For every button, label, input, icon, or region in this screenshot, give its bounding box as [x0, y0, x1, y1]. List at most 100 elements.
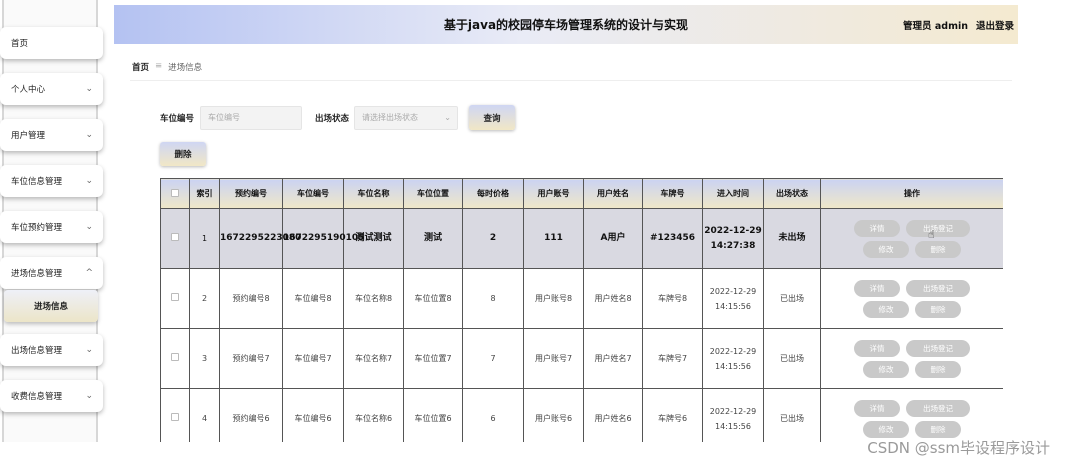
cell-actions: 详情 出场登记 修改 删除 [820, 268, 1003, 329]
cell-reservation-no: 1672295223080 [219, 208, 301, 269]
header-cell: 车位位置 [403, 178, 463, 209]
table-row[interactable]: 1 1672295223080 1672295190105 测试测试 测试 2 … [160, 208, 1003, 269]
checkbox-icon[interactable] [171, 413, 179, 421]
query-button[interactable]: 查询 [469, 105, 515, 130]
header-cell: 车位名称 [343, 178, 404, 209]
sidebar-item-reservation-management[interactable]: 车位预约管理 ⌄ [0, 211, 103, 243]
breadcrumb-home[interactable]: 首页 [132, 61, 149, 73]
sidebar-item-label: 车位信息管理 [11, 177, 63, 187]
row-select-cell[interactable] [160, 388, 190, 442]
checkbox-icon[interactable] [171, 188, 179, 197]
header-cell: 车牌号 [642, 178, 703, 209]
exit-status-label: 出场状态 [315, 114, 350, 124]
cell-spot-no: 车位编号7 [282, 328, 344, 389]
cell-spot-location: 车位位置6 [403, 388, 463, 442]
exit-register-button[interactable]: 出场登记 [906, 399, 970, 417]
cell-index: 3 [189, 328, 220, 389]
sidebar: 首页 个人中心 ⌄ 用户管理 ⌄ 车位信息管理 ⌄ 车位预约管理 ⌄ 进场信息管… [0, 0, 108, 464]
cell-actions: 详情 出场登记 修改 删除 [820, 388, 1003, 442]
sidebar-item-exit-management[interactable]: 出场信息管理 ⌄ [0, 334, 103, 366]
exit-register-button[interactable]: 出场登记 [906, 279, 970, 297]
logout-link[interactable]: 退出登录 [976, 18, 1014, 32]
sidebar-item-spot-management[interactable]: 车位信息管理 ⌄ [0, 165, 103, 197]
exit-register-button[interactable]: 出场登记 [906, 339, 970, 357]
sidebar-item-label: 首页 [11, 39, 29, 49]
cell-spot-location: 车位位置7 [403, 328, 463, 389]
sidebar-subitem-entry-info[interactable]: 进场信息 [4, 290, 98, 322]
cell-spot-no: 1672295190105 [282, 208, 364, 269]
cell-plate: 车牌号8 [642, 268, 703, 329]
cell-status: 已出场 [763, 268, 821, 329]
chevron-down-icon: ⌄ [85, 345, 93, 355]
sidebar-item-label: 车位预约管理 [11, 223, 63, 233]
detail-button[interactable]: 详情 [854, 339, 900, 357]
spot-number-input[interactable]: 车位编号 [200, 106, 302, 130]
table-row[interactable]: 4 预约编号6 车位编号6 车位名称6 车位位置6 6 用户账号6 用户姓名6 … [160, 388, 1003, 442]
cell-plate: 车牌号7 [642, 328, 703, 389]
checkbox-icon[interactable] [171, 353, 179, 361]
cell-spot-name: 车位名称6 [343, 388, 404, 442]
checkbox-icon[interactable] [171, 293, 179, 301]
breadcrumb-current: 进场信息 [168, 63, 203, 73]
sidebar-item-home[interactable]: 首页 [0, 27, 103, 59]
detail-button[interactable]: 详情 [854, 399, 900, 417]
header-user-area: 管理员 admin 退出登录 [903, 18, 1014, 32]
edit-button[interactable]: 修改 [863, 420, 909, 438]
delete-button[interactable]: 删除 [915, 300, 961, 318]
cell-price: 2 [462, 208, 524, 269]
row-actions: 详情 出场登记 修改 删除 [821, 399, 1003, 438]
cell-spot-location: 车位位置8 [403, 268, 463, 329]
edit-button[interactable]: 修改 [863, 300, 909, 318]
header-cell: 车位编号 [282, 178, 344, 209]
checkbox-icon[interactable] [171, 233, 179, 241]
header-cell: 索引 [189, 178, 220, 209]
header-cell: 出场状态 [763, 178, 821, 209]
chevron-up-icon: ^ [85, 268, 93, 278]
delete-button[interactable]: 删除 [915, 360, 961, 378]
sidebar-item-personal-center[interactable]: 个人中心 ⌄ [0, 73, 103, 105]
detail-button[interactable]: 详情 [854, 219, 900, 237]
cell-plate: 车牌号6 [642, 388, 703, 442]
chevron-down-icon: ⌄ [85, 176, 93, 186]
delete-button[interactable]: 删除 [915, 240, 961, 258]
edit-button[interactable]: 修改 [863, 360, 909, 378]
sidebar-item-fee-management[interactable]: 收费信息管理 ⌄ [0, 380, 103, 412]
sidebar-item-label: 个人中心 [11, 85, 46, 95]
top-header: 基于java的校园停车场管理系统的设计与实现 管理员 admin 退出登录 [114, 5, 1018, 44]
cell-user-name: 用户姓名6 [583, 388, 643, 442]
row-select-cell[interactable] [160, 208, 190, 269]
breadcrumb-divider [130, 80, 1012, 81]
cell-actions: 详情 出场登记 修改 删除 [820, 208, 1003, 269]
table-row[interactable]: 2 预约编号8 车位编号8 车位名称8 车位位置8 8 用户账号8 用户姓名8 … [160, 268, 1003, 329]
cell-actions: 详情 出场登记 修改 删除 [820, 328, 1003, 389]
hand-cursor-icon: ☝ [928, 228, 935, 241]
cell-index: 2 [189, 268, 220, 329]
header-cell: 用户姓名 [583, 178, 643, 209]
cell-status: 未出场 [763, 208, 821, 269]
detail-button[interactable]: 详情 [854, 279, 900, 297]
chevron-down-icon: ⌄ [85, 391, 93, 401]
row-actions: 详情 出场登记 修改 删除 [821, 279, 1003, 318]
cell-spot-no: 车位编号8 [282, 268, 344, 329]
row-select-cell[interactable] [160, 268, 190, 329]
breadcrumb-separator-icon: ≡ [155, 61, 163, 71]
exit-status-select[interactable]: 请选择出场状态 ⌄ [354, 106, 458, 130]
edit-button[interactable]: 修改 [863, 240, 909, 258]
header-cell: 进入时间 [702, 178, 764, 209]
batch-delete-button[interactable]: 删除 [160, 142, 206, 166]
header-select-all[interactable] [160, 178, 190, 209]
cell-reservation-no: 预约编号6 [219, 388, 283, 442]
sidebar-item-label: 进场信息管理 [11, 269, 63, 279]
table-row[interactable]: 3 预约编号7 车位编号7 车位名称7 车位位置7 7 用户账号7 用户姓名7 … [160, 328, 1003, 389]
entry-table-container: 索引 预约编号 车位编号 车位名称 车位位置 每时价格 用户账号 用户姓名 车牌… [160, 178, 1003, 442]
sidebar-item-user-management[interactable]: 用户管理 ⌄ [0, 119, 103, 151]
sidebar-item-entry-management[interactable]: 进场信息管理 ^ [0, 257, 103, 289]
delete-button[interactable]: 删除 [915, 420, 961, 438]
cell-account: 用户账号7 [523, 328, 584, 389]
cell-user-name: 用户姓名8 [583, 268, 643, 329]
watermark: CSDN @ssm毕设程序设计 [867, 439, 1050, 457]
breadcrumb: 首页 ≡ 进场信息 [132, 61, 202, 73]
exit-register-button[interactable]: 出场登记 [906, 219, 970, 237]
cell-price: 7 [462, 328, 524, 389]
row-select-cell[interactable] [160, 328, 190, 389]
